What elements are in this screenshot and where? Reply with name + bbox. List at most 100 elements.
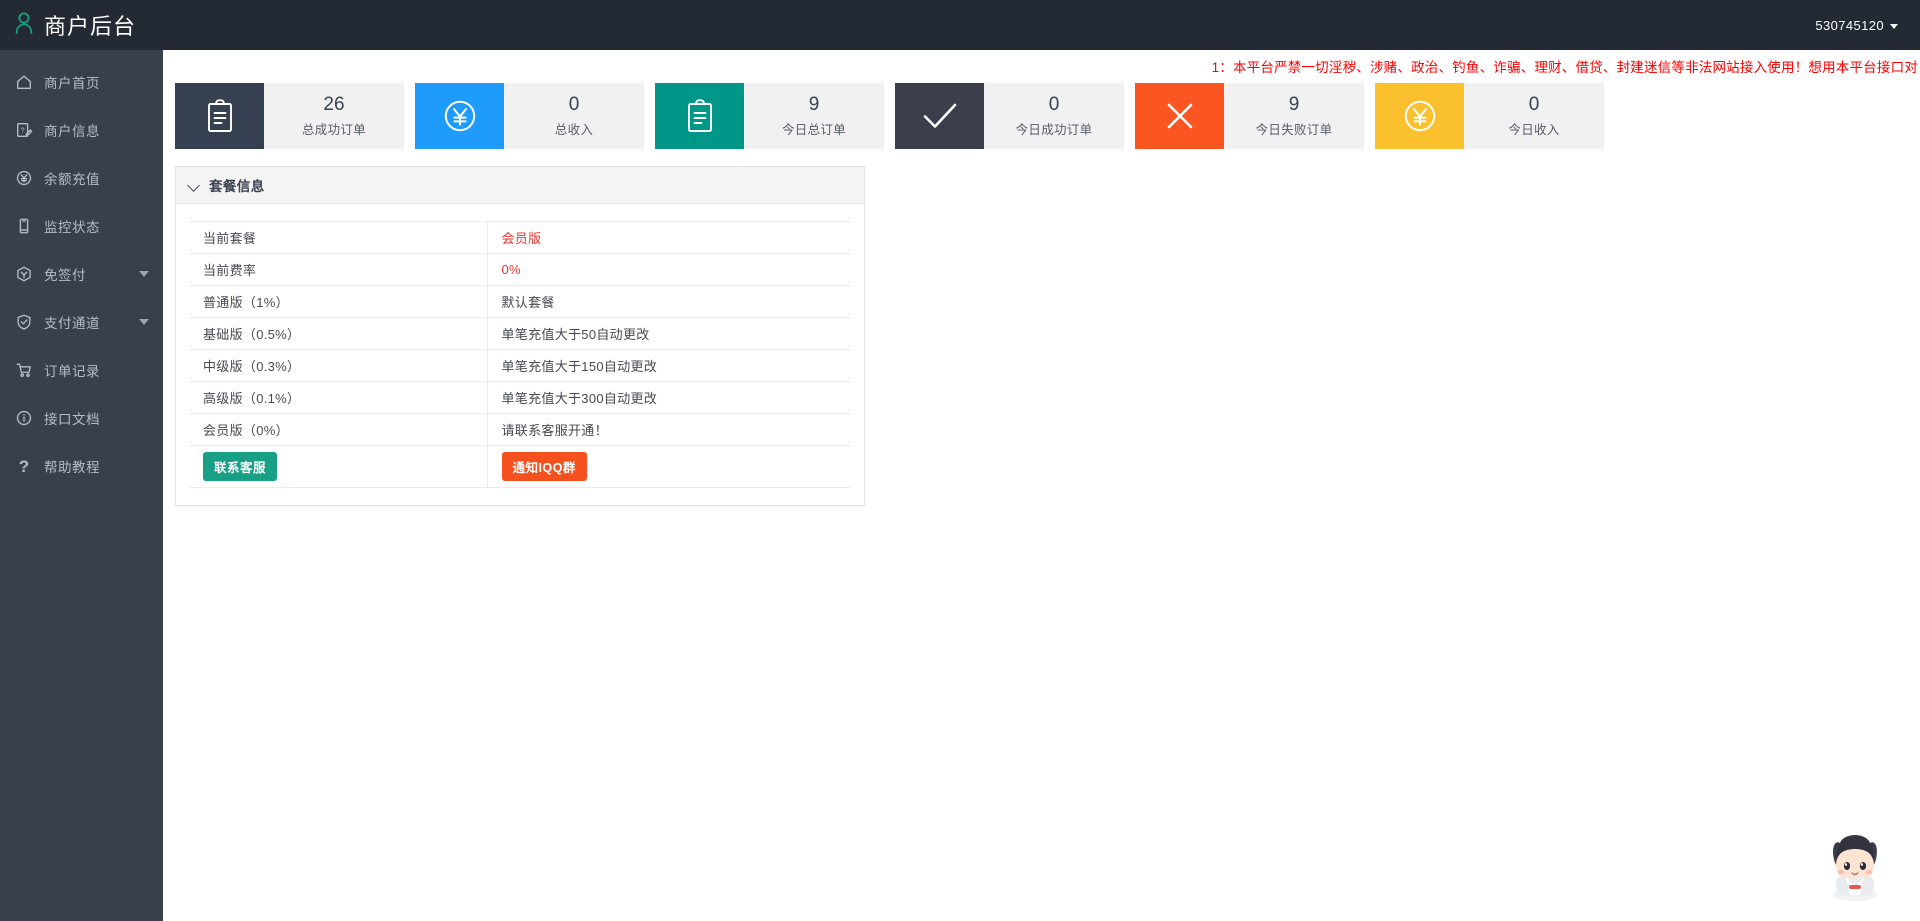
- sidebar-item-label: 商户首页: [44, 72, 100, 92]
- stat-card-1[interactable]: 26 总成功订单: [175, 83, 404, 149]
- sidebar-item-1[interactable]: 商户首页: [0, 58, 163, 106]
- stat-label: 总成功订单: [302, 119, 366, 138]
- stat-body: 9 今日总订单: [744, 83, 884, 149]
- anime-mascot-icon: [1816, 825, 1894, 903]
- brand[interactable]: 商户后台: [0, 9, 163, 41]
- profile-edit-icon: ?: [14, 120, 34, 140]
- table-row: 当前费率0%: [189, 254, 851, 286]
- row-value: 默认套餐: [487, 286, 851, 318]
- sidebar-item-9[interactable]: ? 帮助教程: [0, 442, 163, 490]
- row-key: 基础版（0.5%）: [189, 318, 487, 350]
- stat-body: 0 今日收入: [1464, 83, 1604, 149]
- home-icon: [14, 72, 34, 92]
- row-key: 中级版（0.3%）: [189, 350, 487, 382]
- package-info-panel: 套餐信息 当前套餐会员版当前费率0%普通版（1%）默认套餐基础版（0.5%）单笔…: [175, 166, 865, 506]
- chevron-down-icon[interactable]: [139, 319, 149, 325]
- stat-body: 0 总收入: [504, 83, 644, 149]
- stat-label: 今日总订单: [782, 119, 846, 138]
- row-key: 会员版（0%）: [189, 414, 487, 446]
- contact-support-button[interactable]: 联系客服: [203, 452, 277, 481]
- stat-value: 9: [1289, 94, 1300, 116]
- panel-body: 当前套餐会员版当前费率0%普通版（1%）默认套餐基础版（0.5%）单笔充值大于5…: [176, 204, 864, 505]
- info-circle-icon: [14, 408, 34, 428]
- clipboard-icon: [655, 83, 744, 149]
- stat-value: 0: [1049, 94, 1060, 116]
- stat-value: 0: [1529, 94, 1540, 116]
- stat-body: 26 总成功订单: [264, 83, 404, 149]
- cube-icon: [14, 264, 34, 284]
- sidebar-item-3[interactable]: 余额充值: [0, 154, 163, 202]
- page-title: 商户后台: [44, 9, 136, 41]
- stat-body: 0今日成功订单: [984, 83, 1124, 149]
- sidebar-item-7[interactable]: 订单记录: [0, 346, 163, 394]
- table-row: 联系客服 通知IQQ群: [189, 446, 851, 488]
- sidebar-item-label: 帮助教程: [44, 456, 100, 476]
- stat-card-6[interactable]: 0 今日收入: [1375, 83, 1604, 149]
- stat-value: 9: [809, 94, 820, 116]
- notify-qq-group-button[interactable]: 通知IQQ群: [502, 452, 587, 481]
- account-menu[interactable]: 530745120: [1815, 18, 1920, 33]
- yen-circle-icon: [14, 168, 34, 188]
- mobile-icon: [14, 216, 34, 236]
- stat-card-row: 26 总成功订单 0 总收入 9 今日总订单 0今日成功订单 9 今日失败订单 0 今日收入: [175, 83, 1920, 149]
- row-value: 0%: [487, 254, 851, 286]
- chevron-down-icon: [1890, 24, 1898, 29]
- sidebar-item-label: 免签付: [44, 264, 86, 284]
- sidebar-item-6[interactable]: 支付通道: [0, 298, 163, 346]
- top-bar: 商户后台 530745120: [0, 0, 1920, 50]
- stat-value: 26: [323, 94, 344, 116]
- chevron-down-icon[interactable]: [139, 271, 149, 277]
- notice-bar: 1：本平台严禁一切淫秽、涉赌、政治、钓鱼、诈骗、理财、借贷、封建迷信等非法网站接…: [163, 50, 1920, 82]
- row-value: 单笔充值大于300自动更改: [487, 382, 851, 414]
- chevron-down-icon: [189, 180, 200, 191]
- panel-header[interactable]: 套餐信息: [176, 167, 864, 204]
- sidebar-item-label: 余额充值: [44, 168, 100, 188]
- stat-card-2[interactable]: 0 总收入: [415, 83, 644, 149]
- svg-text:?: ?: [21, 125, 25, 134]
- cart-icon: [14, 360, 34, 380]
- yen-circle-icon: [1375, 83, 1464, 149]
- user-outline-icon: [13, 11, 35, 40]
- sidebar-item-2[interactable]: ? 商户信息: [0, 106, 163, 154]
- sidebar-item-8[interactable]: 接口文档: [0, 394, 163, 442]
- stat-card-5[interactable]: 9 今日失败订单: [1135, 83, 1364, 149]
- stat-card-3[interactable]: 9 今日总订单: [655, 83, 884, 149]
- sidebar-item-label: 监控状态: [44, 216, 100, 236]
- sidebar-item-label: 订单记录: [44, 360, 100, 380]
- stat-card-4[interactable]: 0今日成功订单: [895, 83, 1124, 149]
- app-shell: 商户首页? 商户信息余额充值监控状态免签付支付通道订单记录接口文档? 帮助教程 1：…: [0, 50, 1920, 921]
- row-value: 请联系客服开通！: [487, 414, 851, 446]
- yen-circle-icon: [415, 83, 504, 149]
- notice-text: 1：本平台严禁一切淫秽、涉赌、政治、钓鱼、诈骗、理财、借贷、封建迷信等非法网站接…: [1212, 56, 1918, 76]
- row-key: 当前套餐: [189, 222, 487, 254]
- sidebar-item-label: 支付通道: [44, 312, 100, 332]
- row-key: 当前费率: [189, 254, 487, 286]
- stat-value: 0: [569, 94, 580, 116]
- table-row: 高级版（0.1%）单笔充值大于300自动更改: [189, 382, 851, 414]
- shield-check-icon: [14, 312, 34, 332]
- stat-label: 总收入: [555, 119, 593, 138]
- package-info-table: 当前套餐会员版当前费率0%普通版（1%）默认套餐基础版（0.5%）单笔充值大于5…: [189, 221, 851, 488]
- sidebar-item-4[interactable]: 监控状态: [0, 202, 163, 250]
- stat-body: 9 今日失败订单: [1224, 83, 1364, 149]
- stat-label: 今日失败订单: [1256, 119, 1333, 138]
- table-row: 会员版（0%）请联系客服开通！: [189, 414, 851, 446]
- table-row: 基础版（0.5%）单笔充值大于50自动更改: [189, 318, 851, 350]
- question-mark-icon: ?: [14, 456, 34, 476]
- panel-title: 套餐信息: [209, 175, 265, 195]
- table-row: 中级版（0.3%）单笔充值大于150自动更改: [189, 350, 851, 382]
- cross-icon: [1135, 83, 1224, 149]
- row-value: 单笔充值大于50自动更改: [487, 318, 851, 350]
- sidebar-item-5[interactable]: 免签付: [0, 250, 163, 298]
- row-value: 单笔充值大于150自动更改: [487, 350, 851, 382]
- table-row: 当前套餐会员版: [189, 222, 851, 254]
- sidebar: 商户首页? 商户信息余额充值监控状态免签付支付通道订单记录接口文档? 帮助教程: [0, 50, 163, 921]
- stat-label: 今日收入: [1508, 119, 1559, 138]
- account-id: 530745120: [1815, 18, 1884, 33]
- table-row: 普通版（1%）默认套餐: [189, 286, 851, 318]
- row-key: 普通版（1%）: [189, 286, 487, 318]
- sidebar-item-label: 商户信息: [44, 120, 100, 140]
- main-content: 1：本平台严禁一切淫秽、涉赌、政治、钓鱼、诈骗、理财、借贷、封建迷信等非法网站接…: [163, 50, 1920, 921]
- clipboard-icon: [175, 83, 264, 149]
- row-value: 会员版: [487, 222, 851, 254]
